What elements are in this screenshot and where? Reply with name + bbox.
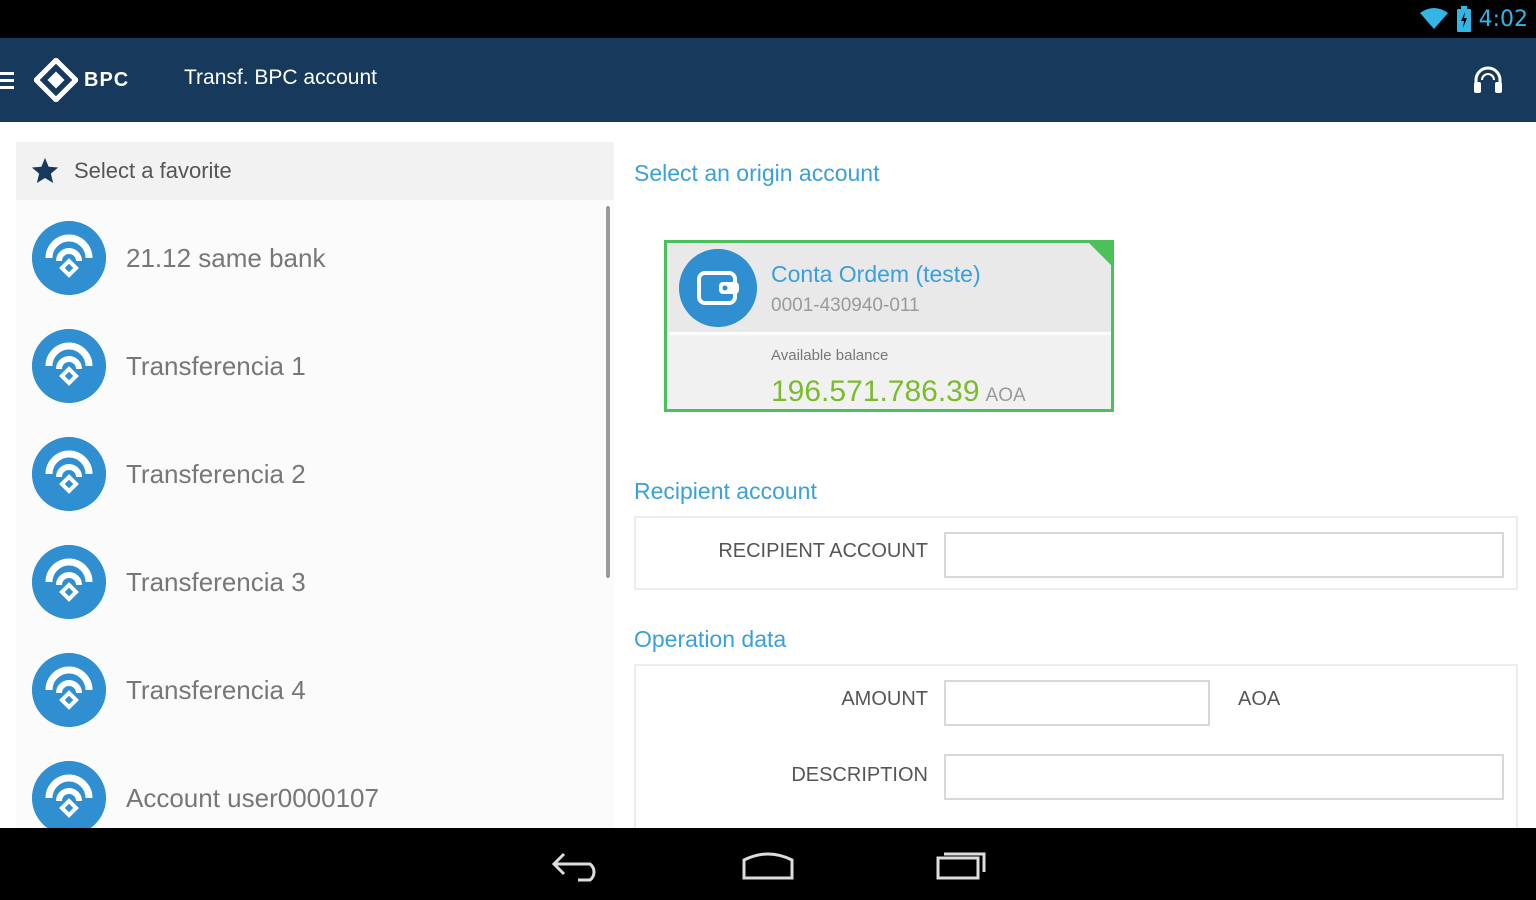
app-bar: BPC Transf. BPC account — [0, 38, 1536, 122]
favorites-header-label: Select a favorite — [74, 158, 232, 183]
origin-account-card[interactable]: Conta Ordem (teste) 0001-430940-011 Avai… — [664, 240, 1114, 412]
recipient-account-label: RECIPIENT ACCOUNT — [718, 540, 928, 562]
status-bar: 4:02 — [0, 0, 1536, 38]
balance-value: 196.571.786.39 — [771, 375, 980, 408]
favorite-item-label: 21.12 same bank — [126, 242, 326, 273]
bpc-logo[interactable]: BPC — [34, 58, 129, 102]
status-icons: 4:02 — [1419, 4, 1528, 34]
description-label: DESCRIPTION — [791, 764, 928, 786]
favorite-item[interactable]: Transferencia 3 — [16, 528, 606, 636]
account-number: 0001-430940-011 — [771, 295, 920, 316]
favorite-item-label: Transferencia 3 — [126, 566, 306, 597]
logo-text: BPC — [84, 68, 130, 91]
favorite-item-label: Transferencia 2 — [126, 458, 306, 489]
star-icon — [31, 157, 59, 183]
recipient-form: RECIPIENT ACCOUNT — [634, 516, 1518, 590]
headset-icon[interactable] — [1470, 62, 1506, 98]
transfer-avatar-icon — [32, 653, 106, 727]
menu-icon[interactable] — [0, 70, 16, 90]
transfer-avatar-icon — [32, 545, 106, 619]
bpc-logo-icon — [34, 58, 78, 102]
account-balance: 196.571.786.39 AOA — [771, 375, 1026, 409]
wallet-icon — [679, 249, 757, 327]
navigation-bar — [0, 828, 1536, 900]
origin-account-title: Select an origin account — [634, 160, 880, 186]
favorite-item[interactable]: Transferencia 4 — [16, 636, 606, 744]
transfer-avatar-icon — [32, 221, 106, 295]
home-icon[interactable] — [738, 844, 798, 884]
favorites-scrollbar[interactable] — [606, 206, 610, 578]
page-title: Transf. BPC account — [184, 66, 377, 89]
operation-form: AMOUNT AOA DESCRIPTION — [634, 664, 1518, 828]
favorite-item[interactable]: Transferencia 1 — [16, 312, 606, 420]
favorite-item-label: Transferencia 4 — [126, 674, 306, 705]
wifi-icon — [1419, 8, 1448, 29]
balance-currency: AOA — [985, 385, 1026, 406]
selected-indicator — [1089, 243, 1111, 265]
favorite-item-label: Account user0000107 — [126, 782, 379, 813]
favorite-item[interactable]: Account user0000107 — [16, 744, 606, 828]
favorites-header[interactable]: Select a favorite — [16, 142, 614, 200]
favorite-item[interactable]: 21.12 same bank — [16, 204, 606, 312]
balance-label: Available balance — [771, 347, 889, 364]
favorite-item-label: Transferencia 1 — [126, 350, 306, 381]
battery-icon — [1456, 6, 1471, 32]
main-content: Select a favorite 21.12 same bank Transf… — [0, 122, 1536, 828]
favorite-item[interactable]: Transferencia 2 — [16, 420, 606, 528]
amount-label: AMOUNT — [841, 688, 928, 710]
recents-icon[interactable] — [930, 844, 990, 884]
operation-data-title: Operation data — [634, 626, 787, 652]
status-clock: 4:02 — [1478, 6, 1528, 32]
amount-input[interactable] — [944, 680, 1210, 726]
favorites-panel: Select a favorite 21.12 same bank Transf… — [16, 142, 614, 828]
transfer-avatar-icon — [32, 761, 106, 828]
transfer-avatar-icon — [32, 329, 106, 403]
back-icon[interactable] — [548, 844, 608, 884]
transfer-avatar-icon — [32, 437, 106, 511]
recipient-account-title: Recipient account — [634, 478, 817, 504]
description-input[interactable] — [944, 754, 1504, 800]
amount-currency: AOA — [1238, 688, 1281, 710]
account-name: Conta Ordem (teste) — [771, 261, 981, 287]
recipient-account-input[interactable] — [944, 532, 1504, 578]
